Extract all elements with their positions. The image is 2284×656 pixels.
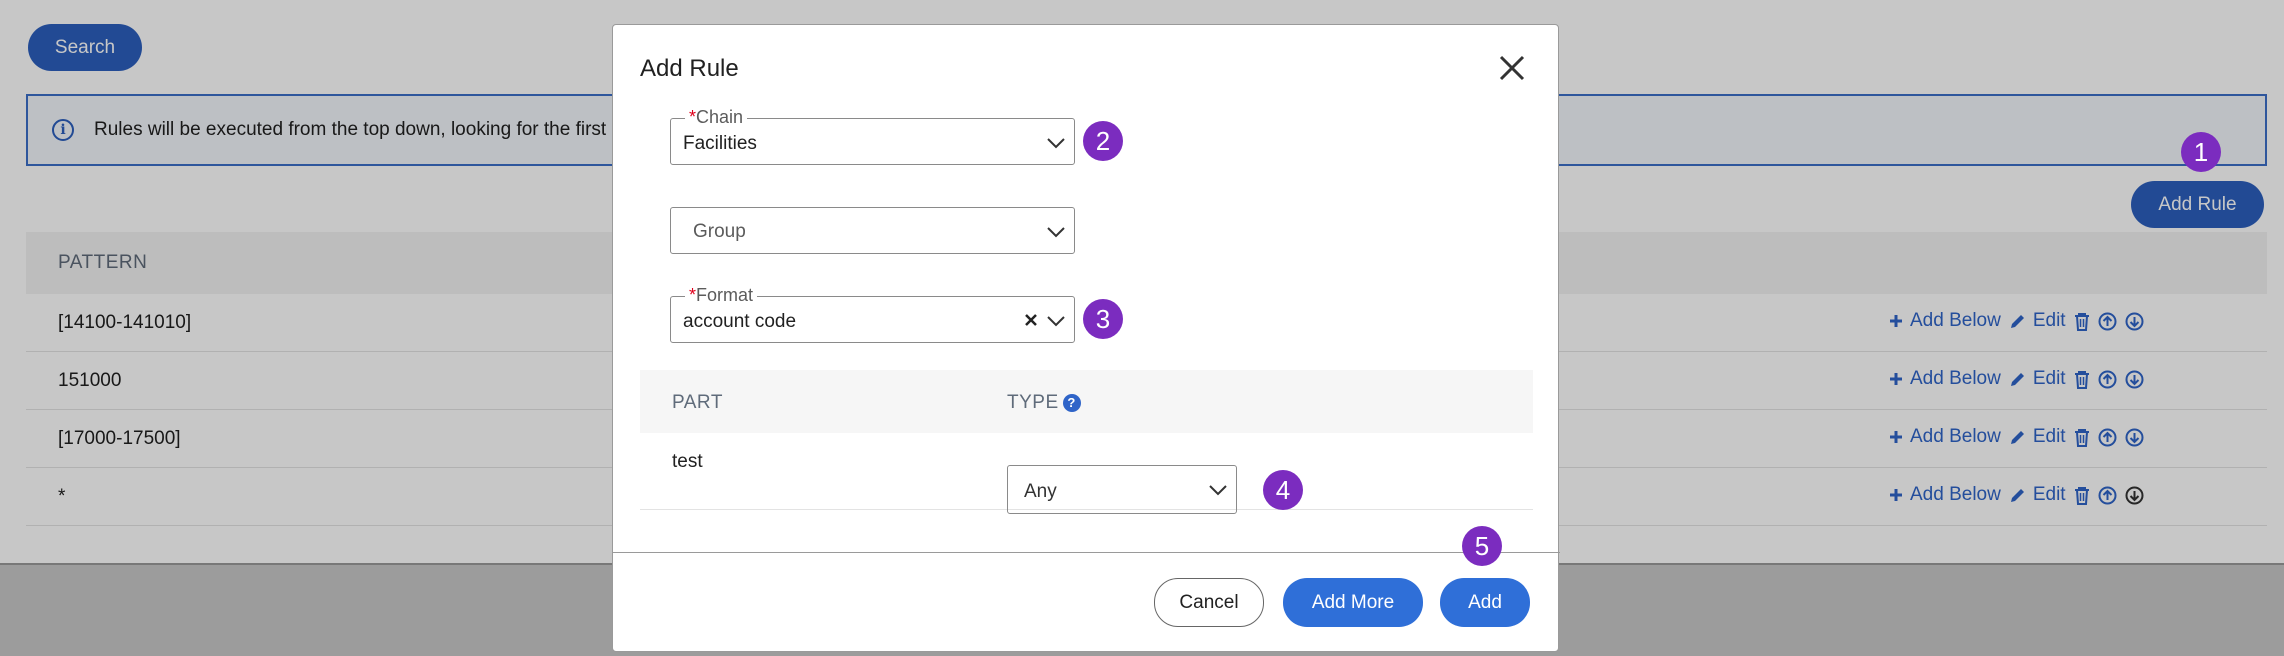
column-header-type: TYPE? bbox=[1007, 392, 1081, 414]
add-button[interactable]: Add bbox=[1440, 578, 1530, 627]
add-rule-dialog: Add Rule *Chain Facilities 2 Group *Form… bbox=[612, 24, 1560, 652]
column-header-part: PART bbox=[672, 392, 723, 413]
chain-value: Facilities bbox=[683, 133, 757, 154]
dialog-footer-divider bbox=[613, 552, 1560, 553]
step-badge-3: 3 bbox=[1083, 299, 1123, 339]
chevron-down-icon bbox=[1046, 222, 1066, 242]
cancel-button[interactable]: Cancel bbox=[1154, 578, 1264, 627]
format-value: account code bbox=[683, 311, 797, 332]
chain-label: *Chain bbox=[685, 107, 748, 128]
step-badge-1: 1 bbox=[2181, 132, 2221, 172]
help-icon[interactable]: ? bbox=[1062, 393, 1081, 412]
step-badge-2: 2 bbox=[1083, 121, 1123, 161]
format-label: *Format bbox=[685, 285, 758, 306]
clear-icon[interactable] bbox=[1024, 310, 1042, 330]
type-select[interactable]: Any bbox=[1007, 465, 1237, 514]
group-placeholder: Group bbox=[693, 221, 746, 242]
dialog-title: Add Rule bbox=[640, 55, 739, 82]
part-cell: test bbox=[672, 451, 703, 472]
chevron-down-icon bbox=[1208, 480, 1228, 500]
close-icon[interactable] bbox=[1497, 53, 1527, 83]
chevron-down-icon bbox=[1046, 133, 1066, 153]
add-more-button[interactable]: Add More bbox=[1283, 578, 1423, 627]
format-select[interactable]: *Format account code bbox=[670, 285, 1075, 343]
chevron-down-icon bbox=[1046, 311, 1066, 331]
parts-table-header: PART TYPE? bbox=[640, 370, 1533, 433]
step-badge-5: 5 bbox=[1462, 526, 1502, 566]
step-badge-4: 4 bbox=[1263, 470, 1303, 510]
chain-select[interactable]: *Chain Facilities bbox=[670, 107, 1075, 165]
type-value: Any bbox=[1024, 481, 1057, 502]
group-select[interactable]: Group bbox=[670, 207, 1075, 254]
